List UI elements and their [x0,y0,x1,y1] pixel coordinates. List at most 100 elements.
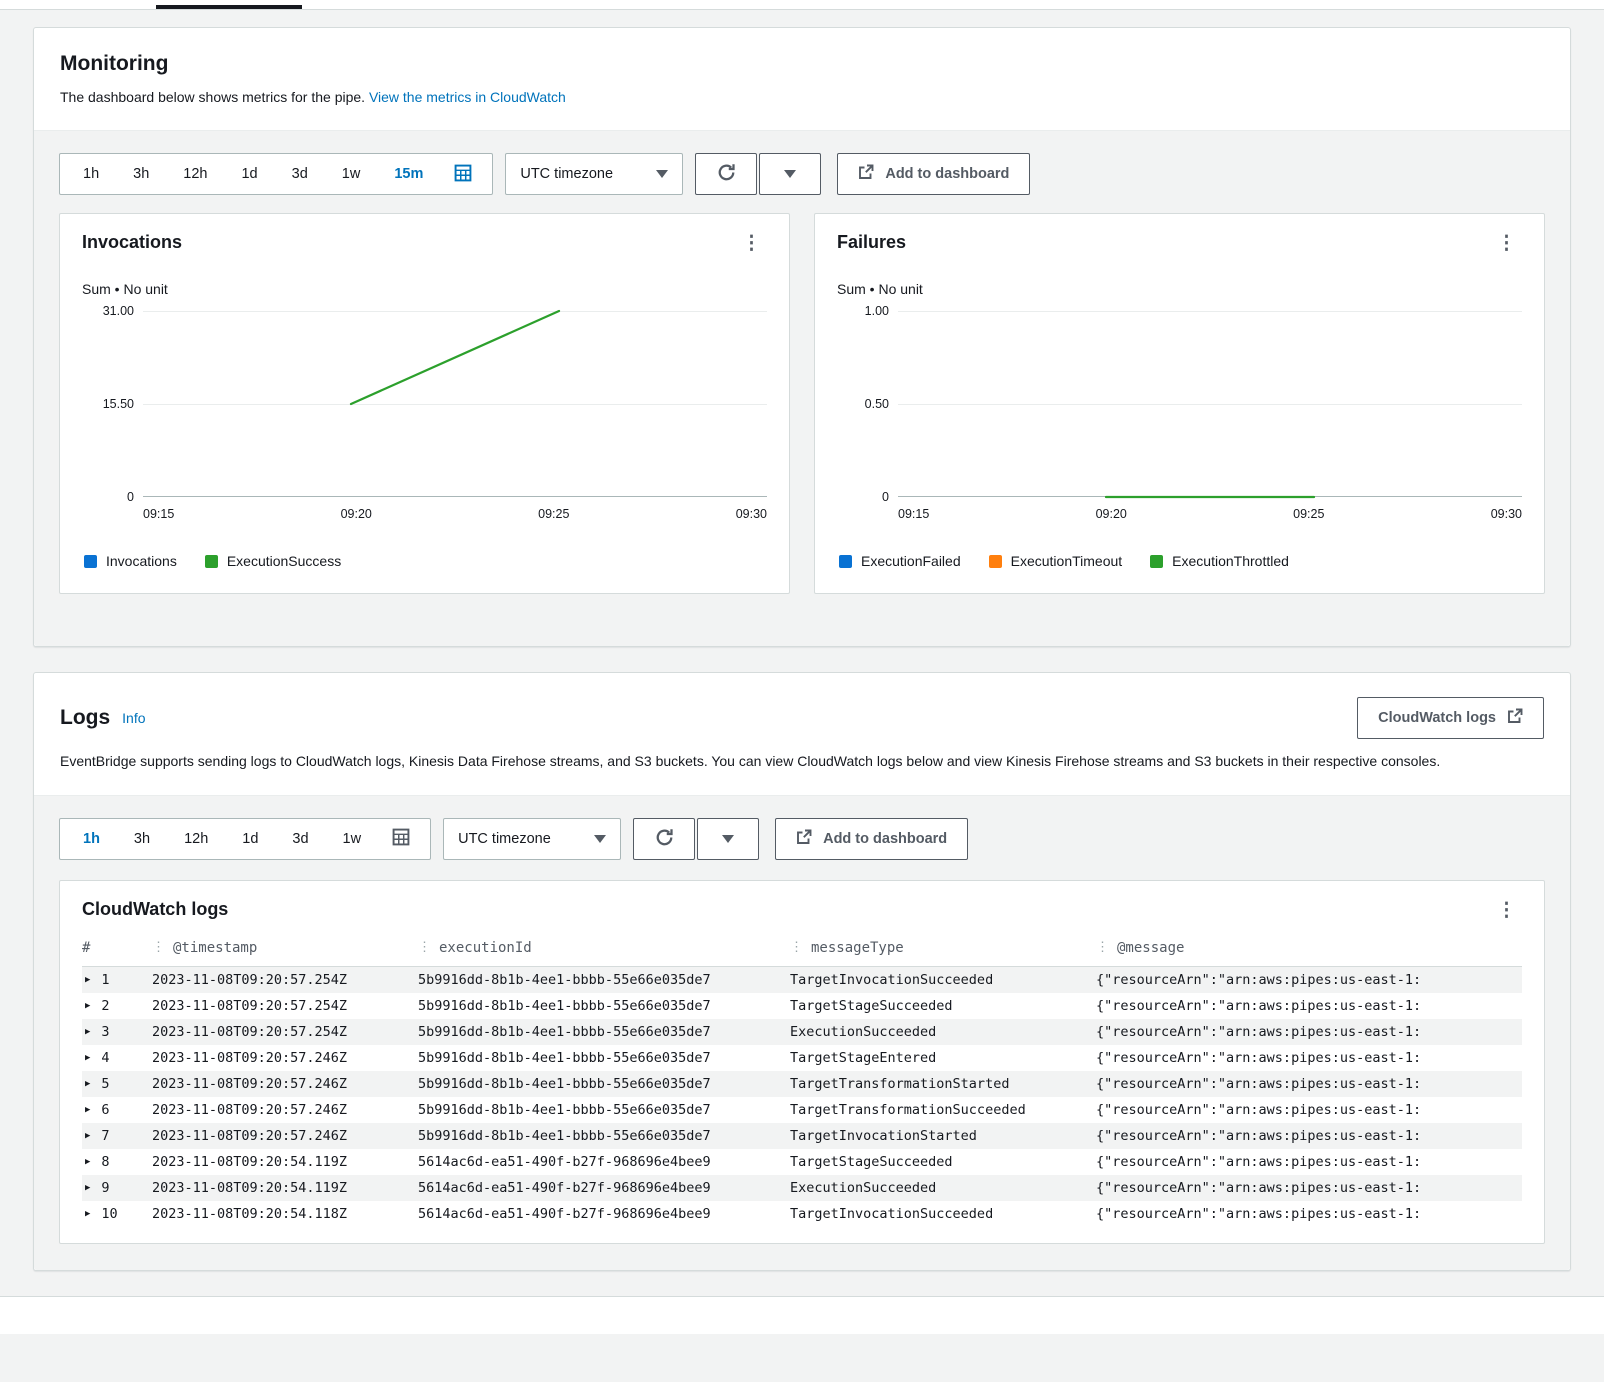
cloudwatch-logs-button-label: CloudWatch logs [1378,710,1496,726]
legend-label: ExecutionSuccess [226,553,342,569]
column-header-execution-id[interactable]: ⋮ executionId [418,940,790,956]
table-row[interactable]: ▶ 9 2023-11-08T09:20:54.119Z 5614ac6d-ea51-… [82,1174,1522,1201]
refresh-options-button[interactable] [759,153,822,195]
table-row[interactable]: ▶ 7 2023-11-08T09:20:57.246Z 5b9916dd-8b1b-… [82,1122,1522,1149]
x-axis-labels: 09:15 09:20 09:25 09:30 [898,507,1522,521]
column-resize-handle-icon[interactable]: ⋮ [790,940,803,955]
expand-row-icon[interactable]: ▶ [85,1027,90,1037]
expand-row-icon[interactable]: ▶ [85,1079,90,1089]
monitoring-description-text: The dashboard below shows metrics for th… [60,89,366,105]
column-header-message-type[interactable]: ⋮ messageType [790,940,1096,956]
invocations-series-svg [143,311,767,497]
legend-item[interactable]: ExecutionFailed [839,553,961,569]
invocations-chart-card: Invocations ⋮ Sum • No unit 31.00 15.50 … [59,213,790,594]
cell-execution-id: 5b9916dd-8b1b-4ee1-bbbb-55e66e035de7 [418,1075,711,1092]
time-range-3d-button[interactable]: 3d [275,154,325,194]
legend-swatch [1150,554,1164,568]
logs-info-link[interactable]: Info [122,710,145,726]
expand-row-icon[interactable]: ▶ [85,975,90,985]
expand-row-icon[interactable]: ▶ [85,1183,90,1193]
refresh-button-group [695,153,822,195]
column-resize-handle-icon[interactable]: ⋮ [1096,940,1109,955]
time-range-1h-button[interactable]: 1h [66,154,116,194]
cell-message-type: TargetTransformationStarted [790,1075,1010,1092]
time-range-3d-button[interactable]: 3d [275,819,325,859]
time-range-1w-button[interactable]: 1w [326,819,379,859]
legend-item[interactable]: ExecutionSuccess [204,553,342,569]
time-range-15m-button[interactable]: 15m [377,154,440,194]
legend-item[interactable]: ExecutionThrottled [1150,553,1289,569]
table-row[interactable]: ▶ 4 2023-11-08T09:20:57.246Z 5b9916dd-8b1b-… [82,1045,1522,1071]
expand-row-icon[interactable]: ▶ [85,1105,90,1115]
expand-row-icon[interactable]: ▶ [85,1001,90,1011]
table-row[interactable]: ▶ 10 2023-11-08T09:20:54.118Z 5614ac6d-ea51… [82,1201,1522,1227]
table-row[interactable]: ▶ 5 2023-11-08T09:20:57.246Z 5b9916dd-8b1b-… [82,1070,1522,1097]
cell-timestamp: 2023-11-08T09:20:57.254Z [152,971,348,988]
expand-row-icon[interactable]: ▶ [85,1053,90,1063]
monitoring-body: 1h 3h 12h 1d 3d 1w 15m UTC timezone Add … [34,130,1570,646]
monitoring-timezone-dropdown[interactable]: UTC timezone [505,153,684,195]
time-range-1w-button[interactable]: 1w [325,154,378,194]
external-link-icon [796,829,812,849]
column-header-message[interactable]: ⋮ @message [1096,940,1522,956]
logs-table-body: ▶ 1 2023-11-08T09:20:57.254Z 5b9916dd-8b1b-… [82,966,1522,1227]
custom-time-range-calendar-button[interactable] [440,154,486,194]
cell-execution-id: 5614ac6d-ea51-490f-b27f-968696e4bee9 [418,1179,711,1196]
time-range-1d-button[interactable]: 1d [225,819,275,859]
row-index-cell: ▶ 9 [82,1180,152,1196]
refresh-options-button[interactable] [697,817,760,860]
refresh-button[interactable] [695,153,758,195]
legend-item[interactable]: Invocations [84,553,177,569]
cell-message-type: TargetStageEntered [790,1049,937,1066]
cell-timestamp: 2023-11-08T09:20:54.119Z [152,1153,348,1170]
table-row[interactable]: ▶ 3 2023-11-08T09:20:57.254Z 5b9916dd-8b1b-… [82,1018,1522,1045]
cloudwatch-logs-button[interactable]: CloudWatch logs [1357,697,1544,739]
time-range-12h-button[interactable]: 12h [166,154,224,194]
cell-message: {"resourceArn":"arn:aws:pipes:us-east-1: [1096,1179,1422,1196]
table-row[interactable]: ▶ 1 2023-11-08T09:20:57.254Z 5b9916dd-8b1b-… [82,966,1522,993]
calendar-grid-icon [454,164,472,185]
kebab-menu-icon[interactable]: ⋮ [736,232,767,255]
time-range-3h-button[interactable]: 3h [116,154,166,194]
add-to-dashboard-button[interactable]: Add to dashboard [837,153,1031,195]
legend-label: Invocations [106,553,177,569]
time-range-1d-button[interactable]: 1d [224,154,274,194]
logs-title: Logs [60,706,111,729]
table-row[interactable]: ▶ 2 2023-11-08T09:20:57.254Z 5b9916dd-8b1b-… [82,993,1522,1019]
logs-table-header: # ⋮ @timestamp ⋮ executionId ⋮ messageType … [82,932,1522,967]
column-resize-handle-icon[interactable]: ⋮ [418,940,431,955]
row-index-cell: ▶ 8 [82,1154,152,1170]
cell-execution-id: 5b9916dd-8b1b-4ee1-bbbb-55e66e035de7 [418,997,711,1014]
x-axis-labels: 09:15 09:20 09:25 09:30 [143,507,767,521]
y-tick-label: 31.00 [102,304,134,318]
add-to-dashboard-button[interactable]: Add to dashboard [775,817,969,860]
time-range-12h-button[interactable]: 12h [167,819,225,859]
row-index: 5 [101,1075,110,1092]
cell-message-type: TargetInvocationSucceeded [790,971,994,988]
table-row[interactable]: ▶ 6 2023-11-08T09:20:57.246Z 5b9916dd-8b1b-… [82,1097,1522,1123]
kebab-menu-icon[interactable]: ⋮ [1491,232,1522,255]
logs-time-range-selector: 1h 3h 12h 1d 3d 1w [59,817,432,860]
view-metrics-cloudwatch-link[interactable]: View the metrics in CloudWatch [369,89,566,105]
kebab-menu-icon[interactable]: ⋮ [1491,899,1522,922]
expand-row-icon[interactable]: ▶ [85,1209,90,1219]
custom-time-range-calendar-button[interactable] [378,819,424,859]
expand-row-icon[interactable]: ▶ [85,1157,90,1167]
failures-series-svg [898,311,1522,497]
column-resize-handle-icon[interactable]: ⋮ [152,940,165,955]
refresh-button[interactable] [633,817,696,860]
expand-row-icon[interactable]: ▶ [85,1131,90,1141]
row-index: 2 [101,997,110,1014]
time-range-1h-button[interactable]: 1h [66,819,117,859]
cell-message-type: TargetStageSucceeded [790,1153,953,1170]
failures-plot-area [898,311,1522,497]
table-row[interactable]: ▶ 8 2023-11-08T09:20:54.119Z 5614ac6d-ea51-… [82,1149,1522,1175]
column-header-index[interactable]: # [82,940,152,956]
time-range-3h-button[interactable]: 3h [117,819,167,859]
logs-timezone-dropdown[interactable]: UTC timezone [443,817,622,860]
column-header-timestamp[interactable]: ⋮ @timestamp [152,940,418,956]
cell-message: {"resourceArn":"arn:aws:pipes:us-east-1: [1096,1023,1422,1040]
legend-item[interactable]: ExecutionTimeout [988,553,1122,569]
x-tick-label: 09:30 [1490,507,1522,521]
x-tick-label: 09:25 [538,507,570,521]
